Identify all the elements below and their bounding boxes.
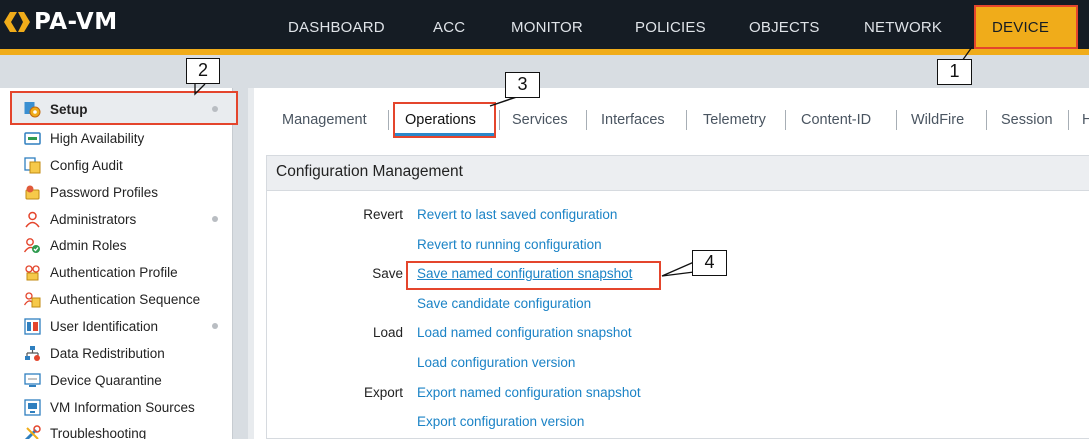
panel-title: Configuration Management (276, 163, 463, 180)
sidebar-item-authentication-sequence[interactable]: Authentication Sequence (0, 286, 232, 312)
app-logo-text: PA-VM (34, 9, 118, 35)
link-save-candidate[interactable]: Save candidate configuration (417, 296, 591, 311)
admin-roles-icon (24, 237, 40, 253)
data-redistribution-icon (25, 345, 40, 361)
sidebar-item-authentication-profile[interactable]: Authentication Profile (0, 259, 232, 285)
sidebar-item-device-quarantine[interactable]: Device Quarantine (0, 367, 232, 393)
sidebar-item-setup[interactable]: Setup (0, 96, 232, 122)
active-tab-underline (395, 133, 494, 136)
tab-separator (499, 110, 500, 130)
config-audit-icon (24, 156, 41, 173)
sidebar-item-config-audit[interactable]: Config Audit (0, 152, 232, 178)
link-save-named-snapshot[interactable]: Save named configuration snapshot (417, 266, 632, 281)
setup-gear-icon (24, 101, 41, 117)
sidebar-item-label: Authentication Profile (50, 264, 178, 280)
callout-4: 4 (692, 250, 727, 276)
callout-2: 2 (186, 58, 220, 84)
sidebar-item-dot (212, 216, 218, 222)
device-quarantine-icon (24, 372, 41, 387)
sidebar-item-label: Data Redistribution (50, 345, 165, 361)
sidebar-item-label: Administrators (50, 211, 137, 227)
callout-3: 3 (505, 72, 540, 98)
tab-content-id[interactable]: Content-ID (801, 112, 871, 128)
link-revert-running[interactable]: Revert to running configuration (417, 237, 602, 252)
callout-1: 1 (937, 59, 972, 85)
tab-telemetry[interactable]: Telemetry (703, 112, 766, 128)
tab-separator (686, 110, 687, 130)
tab-separator (896, 110, 897, 130)
tab-operations[interactable]: Operations (405, 112, 476, 128)
nav-tab-network[interactable]: NETWORK (864, 19, 942, 36)
tab-management[interactable]: Management (282, 112, 367, 128)
nav-tab-policies[interactable]: POLICIES (635, 19, 706, 36)
tab-interfaces[interactable]: Interfaces (601, 112, 665, 128)
link-load-named-snapshot[interactable]: Load named configuration snapshot (417, 325, 632, 340)
row-label-revert: Revert (363, 207, 403, 222)
sidebar-item-label: Admin Roles (50, 237, 127, 253)
link-export-named-snapshot[interactable]: Export named configuration snapshot (417, 385, 641, 400)
authentication-sequence-icon (24, 291, 41, 307)
password-profiles-icon (25, 185, 40, 199)
sidebar-item-label: Setup (50, 101, 88, 117)
sidebar-item-label: High Availability (50, 130, 145, 146)
nav-tab-monitor[interactable]: MONITOR (511, 19, 583, 36)
nav-tab-acc[interactable]: ACC (433, 19, 465, 36)
tab-separator (1068, 110, 1069, 130)
tab-separator (388, 110, 389, 130)
nav-tab-objects[interactable]: OBJECTS (749, 19, 820, 36)
palo-alto-logo-icon (4, 12, 30, 32)
sidebar-item-label: Device Quarantine (50, 372, 162, 388)
sidebar-item-vm-information-sources[interactable]: VM Information Sources (0, 394, 232, 420)
sidebar-item-label: User Identification (50, 318, 159, 334)
authentication-profile-icon (25, 264, 40, 280)
link-revert-last-saved[interactable]: Revert to last saved configuration (417, 207, 617, 222)
sidebar-item-label: Authentication Sequence (50, 291, 201, 307)
tab-truncated[interactable]: H (1082, 112, 1089, 128)
high-availability-icon (24, 131, 41, 145)
sidebar-item-high-availability[interactable]: High Availability (0, 125, 232, 151)
link-export-version[interactable]: Export configuration version (417, 414, 584, 429)
link-load-version[interactable]: Load configuration version (417, 355, 575, 370)
sidebar-item-label: VM Information Sources (50, 399, 195, 415)
sidebar-item-troubleshooting[interactable]: Troubleshooting (0, 420, 232, 439)
sidebar-item-label: Password Profiles (50, 184, 159, 200)
sidebar-item-dot (212, 106, 218, 112)
tab-session[interactable]: Session (1001, 112, 1053, 128)
tab-separator (986, 110, 987, 130)
row-label-export: Export (363, 385, 403, 400)
sidebar-item-label: Troubleshooting (50, 425, 147, 439)
tab-separator (785, 110, 786, 130)
sidebar-item-label: Config Audit (50, 157, 123, 173)
sidebar-item-administrators[interactable]: Administrators (0, 206, 232, 232)
sidebar-item-user-identification[interactable]: User Identification (0, 313, 232, 339)
toolbar-strip (0, 55, 1089, 88)
sidebar-item-dot (212, 323, 218, 329)
nav-tab-dashboard[interactable]: DASHBOARD (288, 19, 385, 36)
row-label-save: Save (372, 266, 403, 281)
tab-services[interactable]: Services (512, 112, 568, 128)
user-identification-icon (24, 317, 41, 335)
sidebar-scrollbar[interactable] (232, 88, 248, 439)
nav-tab-device[interactable]: DEVICE (992, 19, 1049, 36)
row-label-load: Load (372, 325, 403, 340)
sidebar-item-data-redistribution[interactable]: Data Redistribution (0, 340, 232, 366)
vm-information-sources-icon (24, 398, 41, 416)
sidebar-item-password-profiles[interactable]: Password Profiles (0, 179, 232, 205)
tab-separator (586, 110, 587, 130)
tab-wildfire[interactable]: WildFire (911, 112, 964, 128)
troubleshooting-icon (24, 424, 41, 439)
sidebar-item-admin-roles[interactable]: Admin Roles (0, 232, 232, 258)
administrator-user-icon (25, 211, 40, 227)
app-logo: PA-VM (4, 8, 118, 36)
